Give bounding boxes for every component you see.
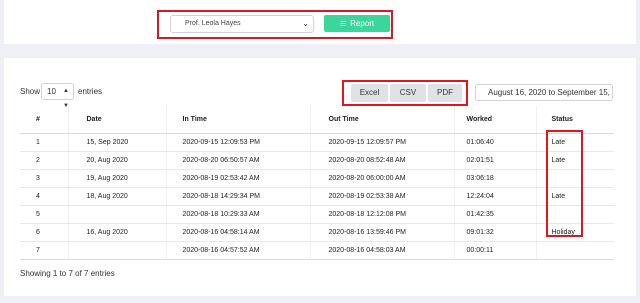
date-range-input[interactable]: August 16, 2020 to September 15, 2020 [475, 84, 613, 101]
cell-worked: 01:06:40 [454, 133, 537, 152]
cell-status [536, 241, 614, 260]
column-header-in-time[interactable]: In Time [166, 106, 311, 134]
cell-number: 3 [20, 169, 69, 188]
column-header-date[interactable]: Date [68, 106, 167, 134]
cell-out-time: 2020-08-19 02:53:38 AM [310, 187, 455, 206]
column-header-status[interactable]: Status [536, 106, 614, 134]
cell-out-time: 2020-08-16 13:59:46 PM [310, 223, 455, 242]
cell-in-time: 2020-08-18 10:29:33 AM [166, 205, 311, 224]
entries-label: entries [78, 87, 103, 96]
cell-worked: 01:42:35 [454, 205, 537, 224]
cell-worked: 02:01:51 [454, 151, 537, 170]
cell-out-time: 2020-08-20 06:00:00 AM [310, 169, 455, 188]
cell-date: 15, Sep 2020 [68, 133, 167, 152]
cell-worked: 03:06:18 [454, 169, 537, 188]
table-header-row: # Date In Time Out Time Worked Status [20, 106, 614, 134]
user-select-value: Prof. Leola Hayes [185, 20, 241, 27]
cell-number: 4 [20, 187, 69, 206]
cell-in-time: 2020-08-16 04:58:14 AM [166, 223, 311, 242]
cell-number: 7 [20, 241, 69, 260]
cell-out-time: 2020-08-18 12:12:08 PM [310, 205, 455, 224]
table-row: 7 2020-08-16 04:57:52 AM 2020-08-16 04:5… [20, 241, 614, 260]
column-header-number[interactable]: # [20, 106, 69, 134]
table-info: Showing 1 to 7 of 7 entries [20, 269, 115, 278]
cell-in-time: 2020-08-16 04:57:52 AM [166, 241, 311, 260]
cell-date: 16, Aug 2020 [68, 223, 167, 242]
cell-number: 2 [20, 151, 69, 170]
cell-in-time: 2020-09-15 12:09:53 PM [166, 133, 311, 152]
cell-in-time: 2020-08-18 14:29:34 PM [166, 187, 311, 206]
page-length-value: 10 [47, 87, 56, 96]
table-row: 4 18, Aug 2020 2020-08-18 14:29:34 PM 20… [20, 187, 614, 206]
status-highlight-box [546, 130, 583, 237]
cell-number: 5 [20, 205, 69, 224]
report-button[interactable]: ☰ Report [324, 15, 390, 32]
page-length-select[interactable]: 10 ▲ ▼ [41, 83, 74, 109]
cell-in-time: 2020-08-19 02:53:42 AM [166, 169, 311, 188]
attendance-table-wrapper: # Date In Time Out Time Worked Status 1 … [20, 106, 614, 260]
table-row: 1 15, Sep 2020 2020-09-15 12:09:53 PM 20… [20, 133, 614, 152]
cell-out-time: 2020-09-15 12:09:57 PM [310, 133, 455, 152]
pdf-button[interactable]: PDF [428, 84, 462, 102]
chevron-down-icon: ⌄ [302, 19, 309, 28]
excel-button[interactable]: Excel [351, 84, 388, 102]
column-header-worked[interactable]: Worked [454, 106, 537, 134]
table-row: 6 16, Aug 2020 2020-08-16 04:58:14 AM 20… [20, 223, 614, 242]
report-button-label: Report [350, 19, 375, 28]
cell-date: 18, Aug 2020 [68, 187, 167, 206]
cell-out-time: 2020-08-20 08:52:48 AM [310, 151, 455, 170]
cell-date [68, 241, 167, 260]
table-row: 2 20, Aug 2020 2020-08-20 06:50:57 AM 20… [20, 151, 614, 170]
show-label: Show [20, 87, 41, 96]
column-header-out-time[interactable]: Out Time [310, 106, 455, 134]
cell-out-time: 2020-08-16 04:58:03 AM [310, 241, 455, 260]
csv-button[interactable]: CSV [390, 84, 426, 102]
cell-date: 19, Aug 2020 [68, 169, 167, 188]
table-row: 5 2020-08-18 10:29:33 AM 2020-08-18 12:1… [20, 205, 614, 224]
list-icon: ☰ [339, 21, 347, 28]
cell-in-time: 2020-08-20 06:50:57 AM [166, 151, 311, 170]
cell-number: 1 [20, 133, 69, 152]
cell-date: 20, Aug 2020 [68, 151, 167, 170]
cell-number: 6 [20, 223, 69, 242]
cell-worked: 12:24:04 [454, 187, 537, 206]
cell-worked: 09:01:32 [454, 223, 537, 242]
cell-worked: 00:00:11 [454, 241, 537, 260]
user-select[interactable]: Prof. Leola Hayes ⌄ [170, 15, 314, 33]
attendance-table: # Date In Time Out Time Worked Status 1 … [20, 106, 614, 260]
table-row: 3 19, Aug 2020 2020-08-19 02:53:42 AM 20… [20, 169, 614, 188]
cell-date [68, 205, 167, 224]
